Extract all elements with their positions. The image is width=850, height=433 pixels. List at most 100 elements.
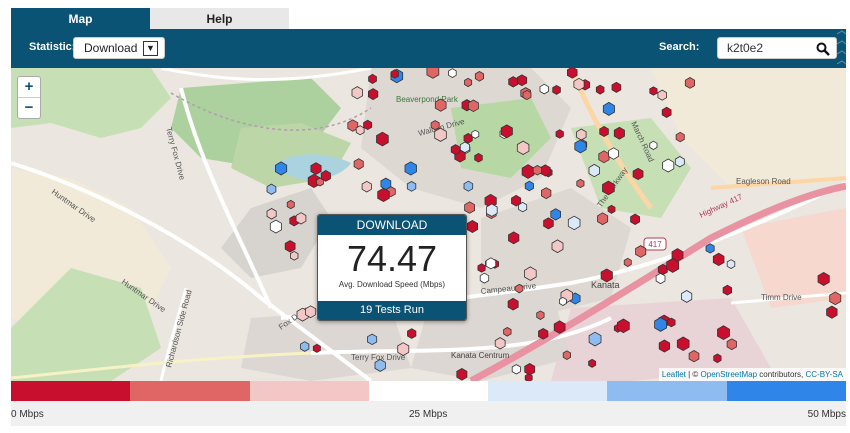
speed-hex[interactable] (450, 144, 461, 156)
speed-hex[interactable] (552, 84, 561, 95)
osm-link[interactable]: OpenStreetMap (701, 370, 757, 379)
speed-hex[interactable] (654, 317, 667, 332)
speed-hex[interactable] (284, 240, 296, 253)
speed-hex[interactable] (595, 84, 605, 95)
speed-hex[interactable] (543, 217, 554, 230)
speed-hex[interactable] (367, 333, 378, 346)
speed-hex[interactable] (466, 220, 479, 233)
search-input[interactable]: k2t0e2 (717, 37, 837, 59)
speed-hex[interactable] (602, 180, 615, 196)
speed-hex[interactable] (507, 297, 519, 311)
speed-hex[interactable] (675, 131, 685, 143)
speed-hex[interactable] (726, 259, 736, 269)
speed-hex[interactable] (666, 258, 680, 273)
speed-hex[interactable] (380, 177, 392, 191)
speed-hex[interactable] (597, 212, 609, 226)
speed-hex[interactable] (448, 68, 457, 78)
speed-hex[interactable] (494, 337, 506, 350)
speed-hex[interactable] (817, 272, 830, 286)
speed-hex[interactable] (467, 99, 479, 113)
speed-hex[interactable] (551, 239, 564, 254)
speed-hex[interactable] (377, 187, 390, 203)
speed-hex[interactable] (635, 245, 647, 258)
speed-hex[interactable] (404, 161, 417, 176)
speed-hex[interactable] (555, 129, 564, 139)
speed-hex[interactable] (829, 291, 842, 306)
speed-hex[interactable] (477, 263, 486, 273)
speed-hex[interactable] (463, 180, 474, 192)
speed-hex[interactable] (576, 128, 587, 141)
speed-hex[interactable] (464, 77, 473, 88)
speed-hex[interactable] (312, 343, 321, 353)
speed-hex[interactable] (684, 77, 695, 89)
speed-hex[interactable] (274, 161, 288, 176)
speed-hex[interactable] (607, 204, 616, 214)
speed-hex[interactable] (474, 71, 485, 82)
speed-hex[interactable] (516, 74, 528, 87)
map-view[interactable]: 417 Beaverpond Park Walden Drive Terry F… (11, 68, 846, 381)
speed-hex[interactable] (705, 243, 715, 254)
speed-hex[interactable] (611, 81, 622, 93)
speed-hex[interactable] (524, 266, 537, 281)
speed-hex[interactable] (434, 127, 447, 142)
speed-hex[interactable] (826, 305, 838, 319)
speed-hex[interactable] (300, 341, 310, 352)
speed-hex[interactable] (316, 177, 324, 187)
speed-hex[interactable] (508, 231, 520, 245)
speed-hex[interactable] (588, 163, 600, 178)
speed-hex[interactable] (541, 187, 552, 200)
speed-hex[interactable] (567, 215, 581, 231)
speed-hex[interactable] (538, 327, 549, 340)
speed-hex[interactable] (661, 106, 672, 118)
speed-hex[interactable] (361, 180, 372, 193)
speed-hex[interactable] (524, 373, 533, 381)
speed-hex[interactable] (688, 350, 700, 363)
speed-hex[interactable] (588, 358, 596, 368)
speed-hex[interactable] (567, 68, 578, 79)
speed-hex[interactable] (456, 368, 468, 381)
speed-hex[interactable] (600, 268, 613, 283)
speed-hex[interactable] (511, 194, 522, 207)
speed-hex[interactable] (485, 203, 498, 217)
speed-hex[interactable] (305, 305, 317, 319)
speed-hex[interactable] (289, 250, 299, 261)
speed-hex[interactable] (550, 208, 561, 221)
speed-hex[interactable] (479, 272, 490, 284)
speed-hex[interactable] (598, 150, 610, 164)
speed-hex[interactable] (471, 129, 480, 139)
speed-hex[interactable] (712, 252, 725, 267)
speed-hex[interactable] (532, 165, 542, 176)
speed-hex[interactable] (559, 296, 567, 306)
speed-hex[interactable] (503, 327, 512, 337)
zoom-in-button[interactable]: + (18, 77, 40, 98)
speed-hex[interactable] (407, 328, 417, 339)
speed-hex[interactable] (397, 342, 410, 356)
speed-hex[interactable] (574, 139, 587, 154)
speed-hex[interactable] (351, 86, 364, 100)
speed-hex[interactable] (588, 331, 602, 347)
speed-hex[interactable] (667, 317, 676, 328)
speed-hex[interactable] (562, 350, 571, 360)
search-icon[interactable] (816, 42, 830, 56)
speed-hex[interactable] (430, 120, 440, 131)
speed-hex[interactable] (508, 76, 519, 88)
tab-help[interactable]: Help (150, 8, 289, 29)
speed-hex[interactable] (367, 88, 379, 101)
speed-hex[interactable] (726, 338, 737, 351)
speed-hex[interactable] (713, 353, 722, 364)
speed-hex[interactable] (524, 363, 536, 376)
speed-hex[interactable] (368, 73, 377, 84)
speed-hex[interactable] (681, 290, 693, 303)
speed-hex[interactable] (674, 156, 685, 168)
speed-hex[interactable] (524, 180, 534, 192)
speed-hex[interactable] (630, 213, 640, 225)
speed-hex[interactable] (266, 208, 277, 220)
speed-hex[interactable] (266, 183, 277, 195)
speed-hex[interactable] (511, 364, 521, 375)
statistic-select[interactable]: Download ▼ (73, 37, 165, 59)
speed-hex[interactable] (295, 212, 307, 225)
speed-hex[interactable] (522, 89, 532, 101)
speed-hex[interactable] (516, 140, 530, 155)
speed-hex[interactable] (376, 131, 389, 147)
zoom-out-button[interactable]: − (18, 98, 40, 118)
